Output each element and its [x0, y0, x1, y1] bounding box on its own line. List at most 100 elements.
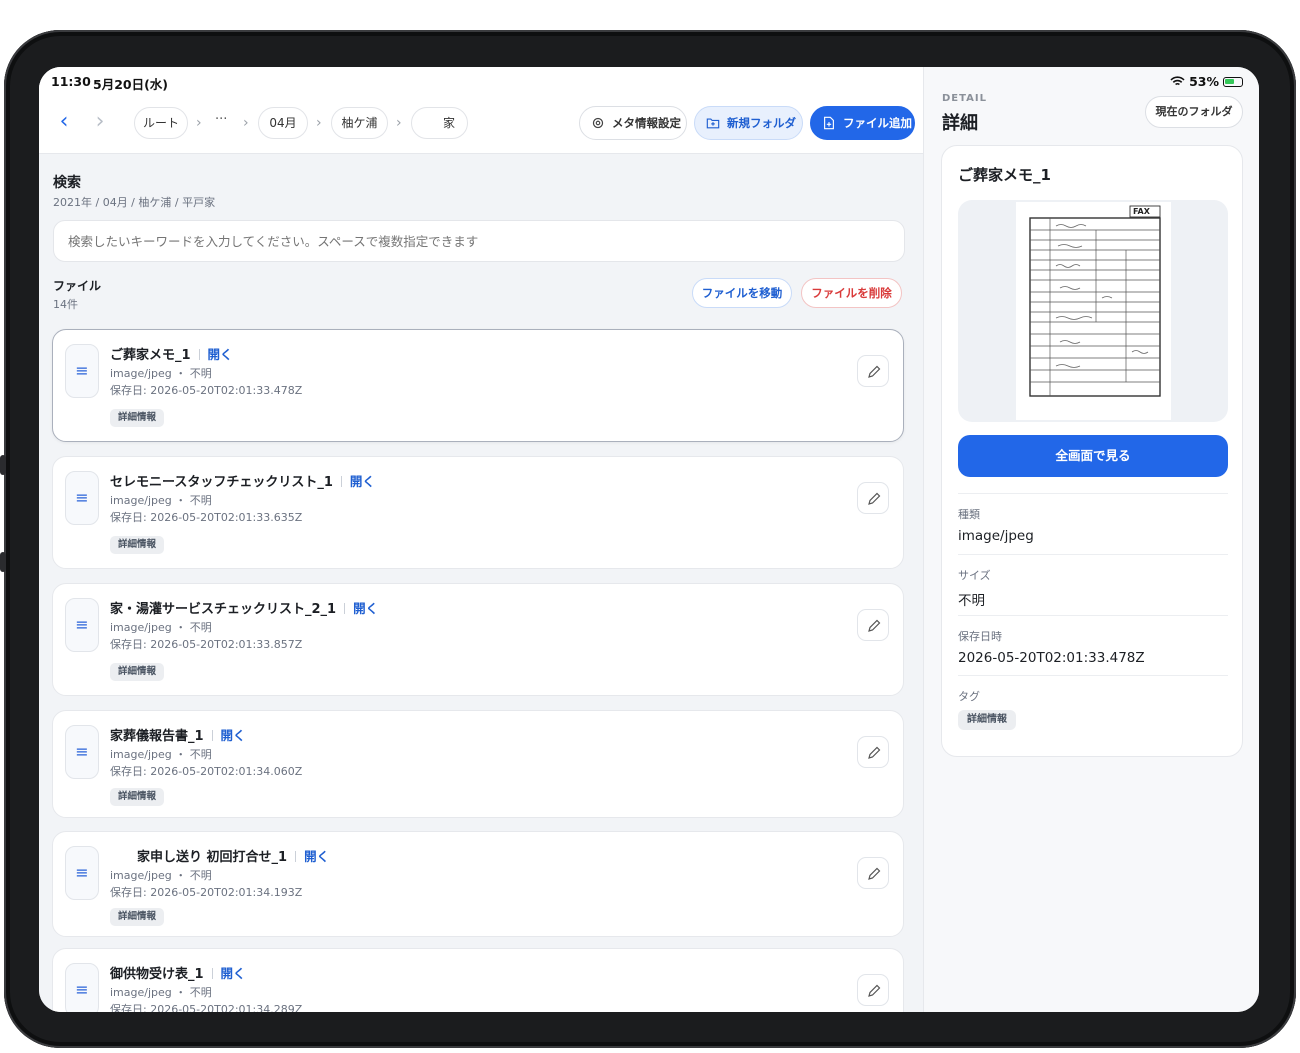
new-folder-button[interactable]: 新規フォルダ: [694, 106, 803, 140]
file-tag: 詳細情報: [110, 663, 165, 681]
file-name-row: 家申し送り 初回打合せ_1 開く: [137, 846, 329, 865]
document-icon: ≡: [65, 725, 99, 779]
file-preview[interactable]: FAX: [958, 200, 1228, 422]
chevron-right-icon: ›: [196, 115, 202, 131]
detail-size-label: サイズ: [958, 569, 991, 582]
breadcrumb-family-label: 家: [442, 116, 455, 130]
document-icon: ≡: [65, 344, 99, 398]
add-file-button[interactable]: ファイル追加: [810, 106, 915, 140]
forward-button[interactable]: ›: [89, 107, 111, 137]
file-tag: 詳細情報: [110, 536, 165, 554]
edit-button[interactable]: [857, 609, 889, 641]
open-link[interactable]: 開く: [353, 601, 378, 616]
file-saved-date: 保存日: 2026-05-20T02:01:34.289Z: [110, 1003, 303, 1012]
breadcrumb-place[interactable]: 柚ケ浦: [331, 107, 388, 139]
file-type: image/jpeg ・ 不明: [110, 621, 212, 634]
file-type: image/jpeg ・ 不明: [110, 367, 212, 380]
detail-type-value: image/jpeg: [958, 528, 1034, 544]
pencil-icon: [868, 365, 881, 378]
document-thumbnail: FAX: [1016, 202, 1171, 420]
search-title: 検索: [53, 175, 81, 191]
detail-eyebrow: DETAIL: [942, 93, 988, 104]
chevron-right-icon: ›: [396, 115, 402, 131]
edit-button[interactable]: [857, 482, 889, 514]
pencil-icon: [868, 492, 881, 505]
gear-icon: [592, 117, 604, 129]
fullscreen-button[interactable]: 全画面で見る: [958, 435, 1228, 477]
search-input[interactable]: [53, 220, 905, 262]
pencil-icon: [868, 746, 881, 759]
delete-file-button[interactable]: ファイルを削除: [801, 278, 902, 308]
pencil-icon: [868, 984, 881, 997]
move-file-button[interactable]: ファイルを移動: [692, 278, 792, 308]
chevron-right-icon: ›: [243, 115, 249, 131]
file-saved-date: 保存日: 2026-05-20T02:01:33.478Z: [110, 384, 303, 397]
open-link[interactable]: 開く: [208, 347, 233, 362]
screen: 11:30 5月20日(水) ‹ › ルート › ··· › 04月 › 柚ケ浦…: [39, 67, 1259, 1012]
detail-saved-row: 保存日時 2026-05-20T02:01:33.478Z: [958, 615, 1228, 666]
form-scan-graphic: [1029, 205, 1161, 397]
document-icon: ≡: [65, 598, 99, 652]
pencil-icon: [868, 867, 881, 880]
file-card[interactable]: ≡ 家・湯灌サービスチェックリスト_2_1 開く image/jpeg ・ 不明 …: [52, 583, 904, 696]
detail-saved-value: 2026-05-20T02:01:33.478Z: [958, 650, 1145, 666]
search-path: 2021年 / 04月 / 柚ケ浦 / 平戸家: [53, 196, 216, 209]
file-card[interactable]: ≡ 家申し送り 初回打合せ_1 開く image/jpeg ・ 不明 保存日: 2…: [52, 831, 904, 937]
add-file-label: ファイル追加: [843, 116, 912, 130]
file-card[interactable]: ≡ セレモニースタッフチェックリスト_1 開く image/jpeg ・ 不明 保…: [52, 456, 904, 569]
file-saved-date: 保存日: 2026-05-20T02:01:33.635Z: [110, 511, 303, 524]
open-link[interactable]: 開く: [221, 728, 246, 743]
meta-settings-button[interactable]: メタ情報設定: [579, 106, 687, 140]
status-date: 5月20日(水): [93, 77, 169, 92]
file-tag: 詳細情報: [110, 788, 165, 806]
main-panel: 11:30 5月20日(水) ‹ › ルート › ··· › 04月 › 柚ケ浦…: [39, 67, 923, 1012]
detail-tag-label: タグ: [958, 690, 980, 703]
file-name-row: セレモニースタッフチェックリスト_1 開く: [110, 471, 375, 490]
file-name-row: 御供物受け表_1 開く: [110, 963, 246, 982]
detail-size-row: サイズ 不明: [958, 554, 1228, 609]
open-link[interactable]: 開く: [221, 966, 246, 981]
breadcrumb-ellipsis[interactable]: ···: [215, 112, 227, 127]
new-folder-label: 新規フォルダ: [727, 116, 796, 130]
edit-button[interactable]: [857, 736, 889, 768]
file-type: image/jpeg ・ 不明: [110, 869, 212, 882]
volume-button: [0, 552, 6, 572]
status-time: 11:30: [51, 74, 91, 89]
chevron-right-icon: ›: [95, 109, 105, 134]
breadcrumb-month[interactable]: 04月: [258, 107, 308, 139]
file-card[interactable]: ≡ ご葬家メモ_1 開く image/jpeg ・ 不明 保存日: 2026-05…: [52, 329, 904, 442]
detail-file-name: ご葬家メモ_1: [958, 166, 1051, 184]
fax-badge: FAX: [1133, 207, 1150, 216]
wifi-icon: [1170, 76, 1185, 86]
file-name: セレモニースタッフチェックリスト_1: [110, 475, 333, 490]
file-tag: 詳細情報: [110, 908, 165, 926]
files-title: ファイル: [53, 279, 102, 293]
file-type: image/jpeg ・ 不明: [110, 986, 212, 999]
edit-button[interactable]: [857, 355, 889, 387]
file-name: 家・湯灌サービスチェックリスト_2_1: [110, 602, 337, 617]
file-name: 家葬儀報告書_1: [110, 729, 204, 744]
detail-type-label: 種類: [958, 508, 980, 521]
file-saved-date: 保存日: 2026-05-20T02:01:34.193Z: [110, 886, 303, 899]
edit-button[interactable]: [857, 857, 889, 889]
files-count: 14件: [53, 298, 78, 311]
breadcrumb-root[interactable]: ルート: [134, 107, 188, 139]
volume-button: [0, 455, 6, 475]
battery-icon: [1223, 77, 1243, 87]
edit-button[interactable]: [857, 974, 889, 1006]
current-folder-button[interactable]: 現在のフォルダ: [1145, 96, 1243, 128]
file-card[interactable]: ≡ 家葬儀報告書_1 開く image/jpeg ・ 不明 保存日: 2026-0…: [52, 710, 904, 818]
file-name-row: 家・湯灌サービスチェックリスト_2_1 開く: [110, 598, 378, 617]
open-link[interactable]: 開く: [304, 849, 329, 864]
document-icon: ≡: [65, 963, 99, 1012]
chevron-left-icon: ‹: [59, 109, 69, 134]
detail-card: ご葬家メモ_1 FAX 全画面で見る 種類 image/jpeg サイズ 不明 …: [941, 145, 1243, 757]
breadcrumb-family[interactable]: 家: [411, 107, 468, 139]
pencil-icon: [868, 619, 881, 632]
file-name: 御供物受け表_1: [110, 967, 204, 982]
file-card[interactable]: ≡ 御供物受け表_1 開く image/jpeg ・ 不明 保存日: 2026-0…: [52, 948, 904, 1012]
back-button[interactable]: ‹: [53, 107, 75, 137]
file-saved-date: 保存日: 2026-05-20T02:01:34.060Z: [110, 765, 303, 778]
file-name: 家申し送り 初回打合せ_1: [137, 850, 288, 865]
open-link[interactable]: 開く: [350, 474, 375, 489]
